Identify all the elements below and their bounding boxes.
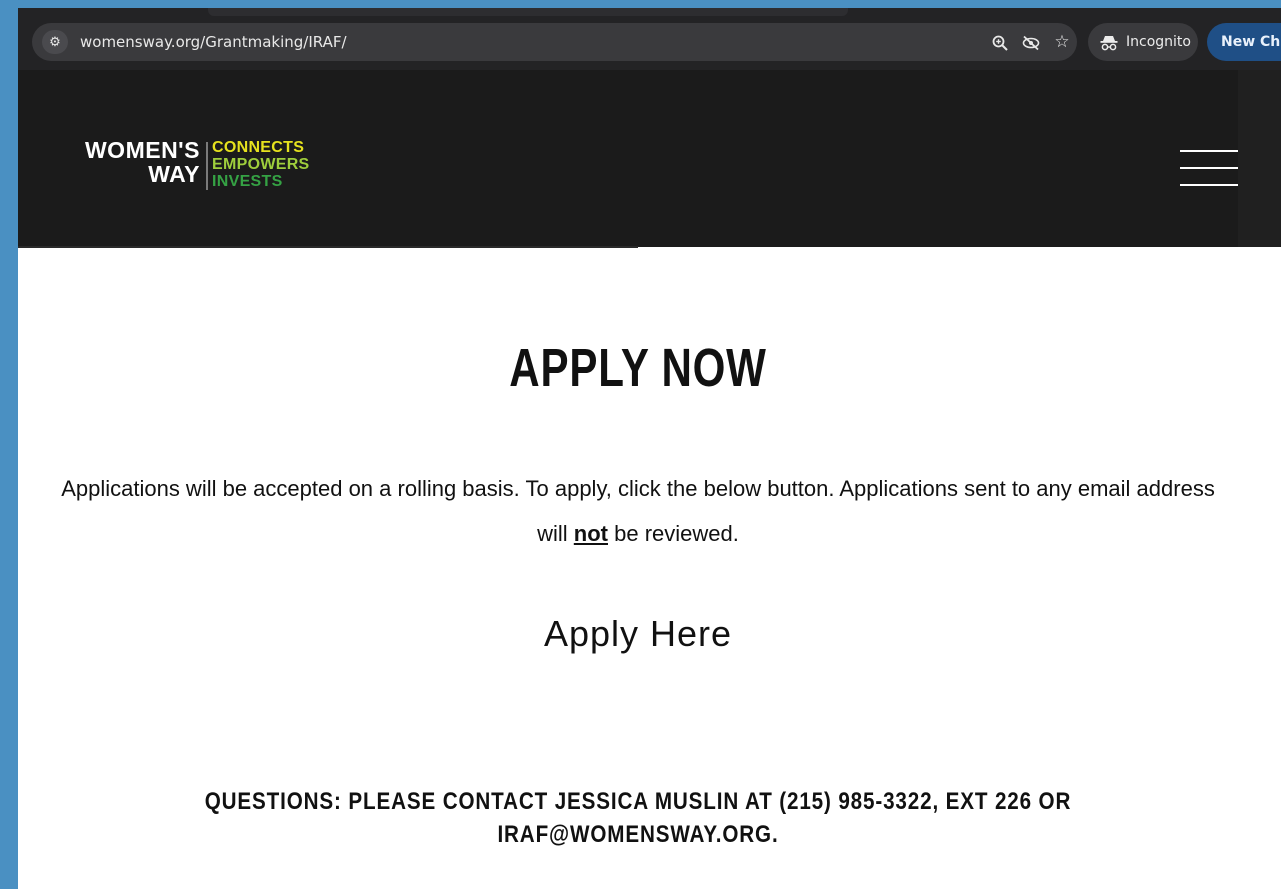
- tag-empowers: EMPOWERS: [212, 156, 310, 173]
- header-divider: [18, 246, 638, 248]
- page-title: APPLY NOW: [509, 338, 767, 398]
- logo-tagline: CONNECTS EMPOWERS INVESTS: [212, 139, 310, 190]
- contact-email[interactable]: IRAF@WOMENSWAY.ORG.: [497, 821, 778, 848]
- header-edge: [1238, 70, 1281, 247]
- tag-invests: INVESTS: [212, 173, 283, 190]
- logo-divider: [206, 142, 208, 190]
- incognito-chip[interactable]: Incognito: [1088, 23, 1198, 61]
- browser-toolbar: ⚙ womensway.org/Grantmaking/IRAF/ ☆ Inco…: [18, 8, 1281, 70]
- notice-emphasis: not: [573, 521, 608, 546]
- url-text[interactable]: womensway.org/Grantmaking/IRAF/: [80, 23, 347, 61]
- notice-text-2: be reviewed.: [608, 521, 739, 546]
- logo-line-2: WAY: [148, 161, 200, 187]
- logo-wordmark: WOMEN'S WAY: [36, 138, 200, 186]
- tag-connects: CONNECTS: [212, 139, 305, 156]
- contact-line-1: QUESTIONS: PLEASE CONTACT JESSICA MUSLIN…: [204, 788, 1072, 815]
- new-chrome-button[interactable]: New Chr: [1207, 23, 1281, 61]
- site-header: WOMEN'S WAY CONNECTS EMPOWERS INVESTS: [18, 70, 1281, 248]
- logo-line-1: WOMEN'S: [84, 137, 200, 163]
- eye-off-icon[interactable]: [1018, 23, 1044, 61]
- apply-here-link[interactable]: Apply Here: [18, 612, 1258, 656]
- application-notice: Applications will be accepted on a rolli…: [53, 466, 1223, 556]
- site-info-icon[interactable]: ⚙: [42, 30, 68, 54]
- contact-info: QUESTIONS: PLEASE CONTACT JESSICA MUSLIN…: [105, 785, 1171, 851]
- zoom-icon[interactable]: [987, 23, 1013, 61]
- incognito-label: Incognito: [1126, 34, 1191, 50]
- address-bar[interactable]: ⚙ womensway.org/Grantmaking/IRAF/ ☆: [32, 23, 1077, 61]
- star-icon[interactable]: ☆: [1049, 23, 1075, 61]
- tab-strip: [208, 8, 848, 16]
- hamburger-menu-icon[interactable]: [1180, 150, 1238, 186]
- browser-window: ⚙ womensway.org/Grantmaking/IRAF/ ☆ Inco…: [18, 8, 1281, 889]
- incognito-icon: [1100, 23, 1118, 61]
